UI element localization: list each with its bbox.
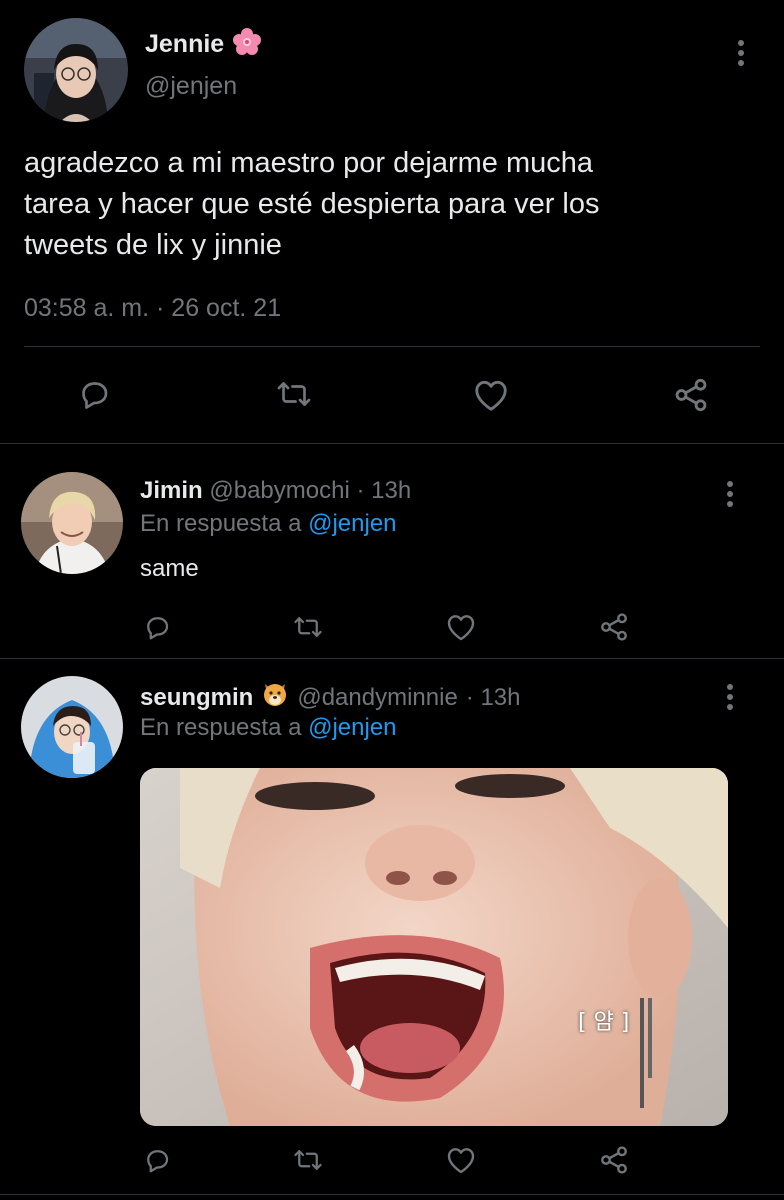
- reply-context-label: En respuesta a: [140, 510, 302, 537]
- retweet-button[interactable]: [290, 610, 326, 644]
- share-button[interactable]: [670, 374, 712, 416]
- jennie-avatar[interactable]: [24, 18, 128, 122]
- share-icon: [672, 376, 710, 414]
- cherry-blossom-icon: [232, 27, 262, 62]
- reply-to-link[interactable]: @jenjen: [308, 510, 396, 537]
- like-button[interactable]: [444, 610, 478, 644]
- image-caption: [ 얌 ]: [578, 1010, 630, 1035]
- dog-face-icon: [261, 680, 289, 715]
- more-options-icon[interactable]: [720, 680, 740, 714]
- like-icon: [445, 1145, 477, 1175]
- reply-time[interactable]: · 13h: [356, 477, 411, 504]
- reply-icon: [76, 376, 112, 412]
- retweet-icon: [274, 376, 314, 412]
- more-options-icon[interactable]: [720, 477, 740, 511]
- reply-author-handle[interactable]: @babymochi: [209, 477, 349, 504]
- jimin-avatar[interactable]: [21, 472, 123, 574]
- reply-context-label: En respuesta a: [140, 714, 302, 741]
- share-button[interactable]: [596, 1143, 632, 1177]
- reply-text: same: [140, 555, 199, 582]
- retweet-button[interactable]: [290, 1143, 326, 1177]
- reply-icon: [142, 612, 172, 642]
- share-icon: [598, 611, 630, 643]
- share-icon: [598, 1144, 630, 1176]
- author-handle[interactable]: @jenjen: [145, 72, 237, 101]
- reply-to-link[interactable]: @jenjen: [308, 714, 396, 741]
- timestamp-divider: [24, 346, 760, 347]
- tweet-text-line: tarea y hacer que esté despierta para ve…: [24, 188, 600, 220]
- reply-author-handle[interactable]: @dandyminnie: [297, 684, 457, 712]
- tweet-divider: [0, 443, 784, 444]
- retweet-button[interactable]: [274, 374, 314, 414]
- like-button[interactable]: [470, 374, 512, 416]
- reply-button[interactable]: [74, 374, 114, 414]
- like-button[interactable]: [444, 1143, 478, 1177]
- retweet-icon: [291, 1145, 325, 1175]
- seungmin-avatar[interactable]: [21, 676, 123, 778]
- reply-author-name[interactable]: Jimin: [140, 477, 203, 504]
- attached-image[interactable]: [ 얌 ]: [140, 768, 728, 1126]
- like-icon: [445, 612, 477, 642]
- tweet-divider: [0, 658, 784, 659]
- tweet-divider: [0, 1194, 784, 1195]
- more-options-icon[interactable]: [731, 36, 751, 70]
- retweet-icon: [291, 612, 325, 642]
- reply-icon: [142, 1145, 172, 1175]
- reply-author-name[interactable]: seungmin: [140, 684, 253, 712]
- share-button[interactable]: [596, 610, 632, 644]
- reply-button[interactable]: [140, 610, 174, 644]
- like-icon: [472, 377, 510, 413]
- reply-time[interactable]: · 13h: [466, 684, 521, 712]
- author-name[interactable]: Jennie: [145, 30, 224, 59]
- tweet-timestamp[interactable]: 03:58 a. m. · 26 oct. 21: [24, 294, 281, 323]
- tweet-text-line: tweets de lix y jinnie: [24, 229, 282, 261]
- tweet-text-line: agradezco a mi maestro por dejarme mucha: [24, 147, 593, 179]
- tweet-text: agradezco a mi maestro por dejarme mucha…: [24, 143, 600, 266]
- reply-button[interactable]: [140, 1143, 174, 1177]
